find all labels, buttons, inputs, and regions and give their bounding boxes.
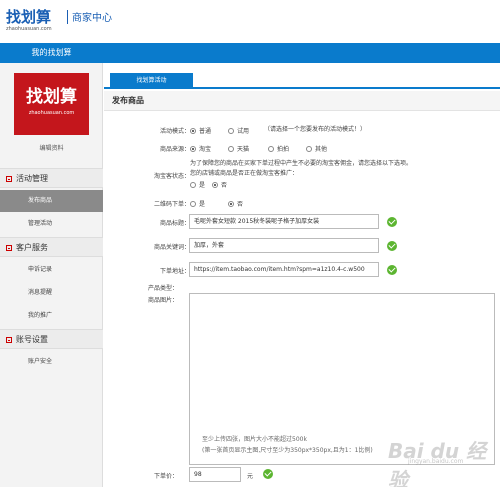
- sidebar-group-label: 客户服务: [16, 243, 48, 252]
- logo-divider: [67, 10, 68, 24]
- radio-agent-no[interactable]: 否: [212, 180, 227, 189]
- radio-mode-trial[interactable]: 试用: [228, 126, 249, 135]
- check-valid-icon: [387, 241, 397, 251]
- site-logo[interactable]: 找划算: [6, 6, 51, 27]
- taobao-agent-label: 淘宝客状态：: [153, 173, 190, 180]
- sidebar-item-account-security[interactable]: 账户安全: [0, 351, 103, 373]
- product-source-label: 商品来源：: [159, 146, 190, 153]
- sidebar-item-my-promotion[interactable]: 我的推广: [0, 305, 103, 327]
- price-unit: 元: [247, 473, 254, 480]
- watermark-url: jingyan.baidu.com: [408, 458, 464, 465]
- radio-source-tmall[interactable]: 天猫: [228, 144, 249, 153]
- activity-mode-label: 活动模式：: [159, 128, 190, 135]
- radio-label: 否: [237, 201, 244, 208]
- my-account-title[interactable]: 我的找划算: [0, 43, 103, 63]
- upload-hint-count: 至少上传四张，图片大小不能超过500k: [202, 436, 307, 443]
- check-valid-icon: [387, 265, 397, 275]
- product-title-label: 商品标题：: [159, 220, 190, 227]
- sidebar-item-appeal-records[interactable]: 申诉记录: [0, 259, 103, 281]
- taobao-agent-note: 为了保障您的商品在买家下单过程中产生不必要的淘宝客佣金，请您选择以下选项。: [190, 160, 413, 167]
- nav-bar: 我的找划算: [0, 43, 500, 63]
- radio-icon: [228, 128, 234, 134]
- radio-label: 试用: [237, 128, 250, 135]
- radio-label: 是: [199, 182, 206, 189]
- section-title: 发布商品: [104, 91, 500, 111]
- qr-order-label: 二维码下单：: [153, 201, 190, 208]
- tab-strip: 找划算活动: [104, 69, 500, 89]
- minus-square-icon: [6, 337, 12, 343]
- radio-icon: [268, 146, 274, 152]
- minus-square-icon: [6, 245, 12, 251]
- tab-zhaohuasuan-activity[interactable]: 找划算活动: [110, 73, 193, 89]
- radio-label: 淘宝: [199, 146, 212, 153]
- radio-source-paipai[interactable]: 拍拍: [268, 144, 289, 153]
- sidebar-item-publish-product[interactable]: 发布商品: [0, 190, 103, 212]
- radio-label: 否: [221, 182, 228, 189]
- check-valid-icon: [387, 217, 397, 227]
- radio-label: 其他: [315, 146, 328, 153]
- sidebar-group-account-settings[interactable]: 账号设置: [0, 329, 103, 349]
- radio-mode-normal[interactable]: 普通: [190, 126, 211, 135]
- radio-label: 拍拍: [277, 146, 290, 153]
- sidebar-group-customer-service[interactable]: 客户服务: [0, 237, 103, 257]
- radio-qr-yes[interactable]: 是: [190, 199, 205, 208]
- order-url-input[interactable]: https://item.taobao.com/item.htm?spm=a1z…: [189, 262, 379, 277]
- radio-source-taobao[interactable]: 淘宝: [190, 144, 211, 153]
- radio-checked-icon: [190, 128, 196, 134]
- product-title-input[interactable]: 毛呢外套女短款 2015秋冬装呢子格子加厚女装: [189, 214, 379, 229]
- radio-icon: [190, 201, 196, 207]
- radio-agent-yes[interactable]: 是: [190, 180, 205, 189]
- radio-qr-no[interactable]: 否: [228, 199, 243, 208]
- promo-url: zhaohuasuan.com: [28, 110, 75, 116]
- radio-label: 天猫: [237, 146, 250, 153]
- radio-checked-icon: [228, 201, 234, 207]
- sidebar-item-message-reminders[interactable]: 消息提醒: [0, 282, 103, 304]
- sidebar: 找划算 zhaohuasuan.com 编辑资料 活动管理 发布商品 管理活动 …: [0, 63, 103, 487]
- sidebar-group-label: 账号设置: [16, 335, 48, 344]
- header: 找划算 商家中心 zhaohuasuan.com: [0, 0, 500, 40]
- order-url-label: 下单地址：: [159, 268, 190, 275]
- radio-checked-icon: [190, 146, 196, 152]
- sidebar-item-manage-activity[interactable]: 管理活动: [0, 213, 103, 235]
- upload-hint-size: (第一张首页显示主图,尺寸至少为350px*350px,且为1：1比例): [202, 447, 373, 454]
- keywords-label: 商品关键词：: [153, 244, 190, 251]
- keywords-input[interactable]: 加厚，外套: [189, 238, 379, 253]
- sidebar-group-label: 活动管理: [16, 174, 48, 183]
- main-content: 找划算活动 发布商品 活动模式： 普通 试用 （请选择一个您要发布的活动模式！）…: [104, 63, 500, 487]
- taobao-agent-question: 您的店铺或商品是否正在做淘宝客推广：: [190, 170, 299, 177]
- price-input[interactable]: 98: [189, 467, 241, 482]
- promo-logo-text: 找划算: [26, 87, 77, 107]
- activity-mode-hint: （请选择一个您要发布的活动模式！）: [264, 126, 367, 133]
- radio-label: 是: [199, 201, 206, 208]
- product-images-label: 商品图片：: [147, 297, 178, 304]
- radio-checked-icon: [212, 182, 218, 188]
- radio-icon: [228, 146, 234, 152]
- check-valid-icon: [263, 469, 273, 479]
- price-label: 下单价：: [153, 473, 178, 480]
- radio-icon: [190, 182, 196, 188]
- promo-banner: 找划算 zhaohuasuan.com: [14, 73, 89, 135]
- radio-source-other[interactable]: 其他: [306, 144, 327, 153]
- radio-label: 普通: [199, 128, 212, 135]
- site-url: zhaohuasuan.com: [6, 26, 52, 32]
- sidebar-group-activity[interactable]: 活动管理: [0, 168, 103, 188]
- merchant-center-title: 商家中心: [72, 13, 112, 24]
- edit-profile-link[interactable]: 编辑资料: [0, 143, 103, 152]
- minus-square-icon: [6, 176, 12, 182]
- product-type-label: 产品类型：: [147, 285, 178, 292]
- radio-icon: [306, 146, 312, 152]
